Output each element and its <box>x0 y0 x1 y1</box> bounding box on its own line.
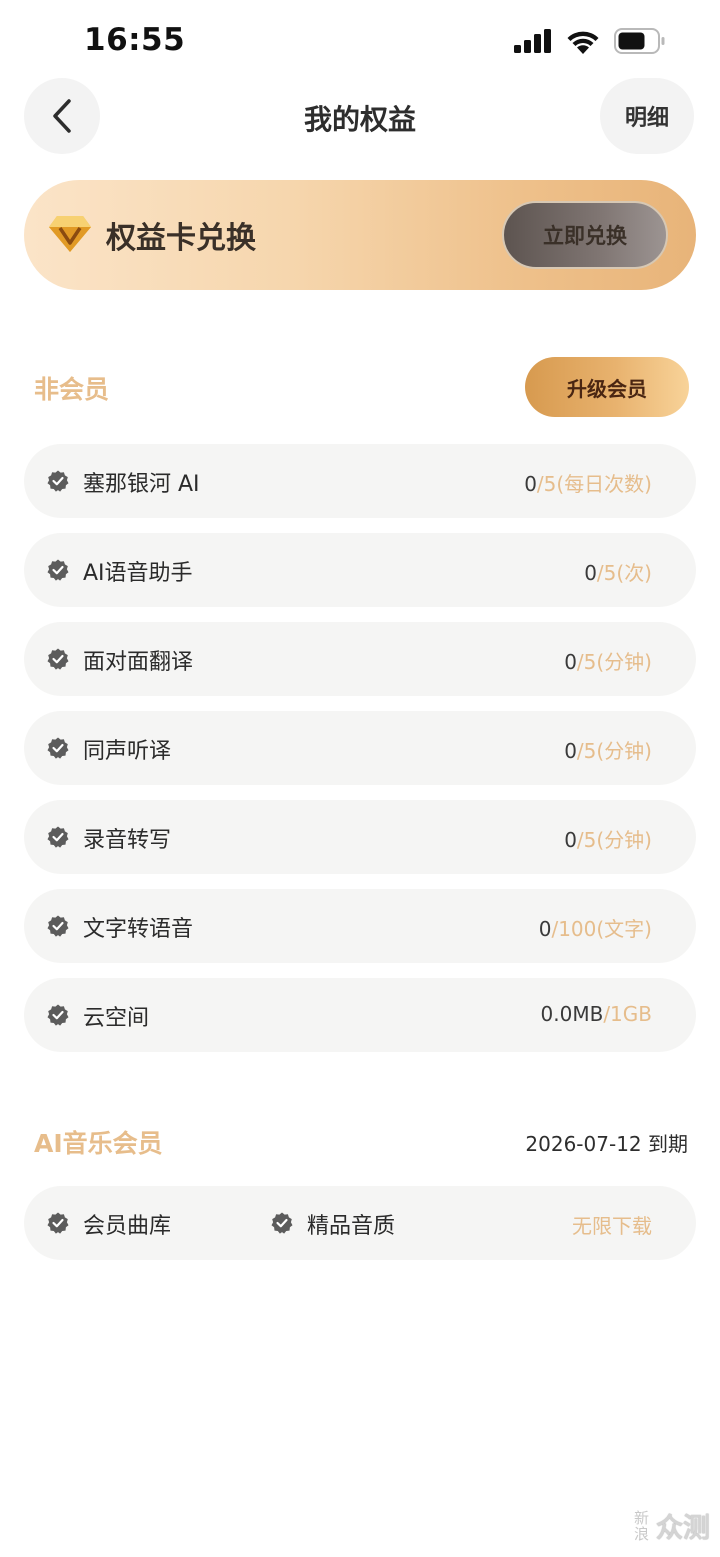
benefit-label: 录音转写 <box>83 828 172 853</box>
watermark: 新浪 众测 <box>634 1506 710 1545</box>
battery-icon <box>614 28 665 54</box>
verified-check-icon <box>271 1212 293 1234</box>
benefit-usage: 0/5(分钟) <box>564 735 652 764</box>
verified-check-icon <box>47 648 69 670</box>
benefit-usage: 0/5(每日次数) <box>524 468 652 497</box>
redeem-title: 权益卡兑换 <box>106 221 256 256</box>
usage-used: 0 <box>538 917 552 941</box>
detail-button[interactable]: 明细 <box>600 78 694 154</box>
usage-used: 0 <box>524 472 537 496</box>
verified-check-icon <box>47 1004 69 1026</box>
benefit-label: 云空间 <box>83 1006 150 1031</box>
usage-quota: /5(每日次数) <box>536 472 652 496</box>
verified-check-icon <box>47 559 69 581</box>
verified-check-icon <box>47 1212 69 1234</box>
verified-check-icon <box>47 915 69 937</box>
benefit-label: 同声听译 <box>83 739 172 764</box>
benefit-row: 塞那银河 AI 0/5(每日次数) <box>24 444 696 518</box>
redeem-banner: 权益卡兑换 立即兑换 <box>24 180 696 290</box>
usage-quota: /5(分钟) <box>576 650 652 674</box>
nav-bar: 我的权益 明细 <box>0 78 720 154</box>
benefit-usage: 0.0MB/1GB <box>541 1002 652 1026</box>
music-section-title: AI音乐会员 <box>34 1129 163 1158</box>
benefit-usage: 0/100(文字) <box>539 913 652 942</box>
usage-quota: /5(分钟) <box>576 828 652 852</box>
status-time: 16:55 <box>84 22 186 58</box>
benefit-usage: 0/5(分钟) <box>564 646 652 675</box>
music-feature-label: 会员曲库 <box>83 1214 172 1239</box>
verified-check-icon <box>47 826 69 848</box>
benefit-label: 塞那银河 AI <box>83 472 200 497</box>
unlimited-download-label: 无限下载 <box>572 1214 652 1238</box>
expire-date: 2026-07-12 到期 <box>525 1132 688 1156</box>
benefit-row: 文字转语音 0/100(文字) <box>24 889 696 963</box>
benefit-row: AI语音助手 0/5(次) <box>24 533 696 607</box>
music-feature-label: 精品音质 <box>307 1214 396 1239</box>
diamond-icon <box>49 216 91 252</box>
usage-used: 0 <box>584 561 597 585</box>
usage-quota: /5(次) <box>596 561 652 585</box>
watermark-big: 众测 <box>656 1513 710 1544</box>
usage-used: 0 <box>564 650 577 674</box>
benefit-label: 文字转语音 <box>83 917 194 942</box>
status-bar: 16:55 <box>0 0 720 80</box>
usage-quota: /1GB <box>603 1002 652 1026</box>
usage-quota: /5(分钟) <box>576 739 652 763</box>
benefit-row: 录音转写 0/5(分钟) <box>24 800 696 874</box>
usage-quota: /100(文字) <box>551 917 652 941</box>
free-section-title: 非会员 <box>34 375 110 404</box>
status-icons <box>514 28 666 54</box>
upgrade-member-button[interactable]: 升级会员 <box>525 357 689 417</box>
watermark-small: 新浪 <box>634 1508 650 1543</box>
benefit-row: 云空间 0.0MB/1GB <box>24 978 696 1052</box>
benefit-row: 同声听译 0/5(分钟) <box>24 711 696 785</box>
usage-used: 0 <box>564 739 577 763</box>
music-benefit-row: 会员曲库 精品音质 无限下载 <box>24 1186 696 1260</box>
benefit-usage: 0/5(次) <box>584 557 652 586</box>
usage-used: 0.0MB <box>540 1002 604 1026</box>
verified-check-icon <box>47 470 69 492</box>
benefit-usage: 0/5(分钟) <box>564 824 652 853</box>
verified-check-icon <box>47 737 69 759</box>
usage-used: 0 <box>564 828 577 852</box>
benefit-label: 面对面翻译 <box>83 650 194 675</box>
cellular-signal-icon <box>514 29 551 53</box>
benefit-label: AI语音助手 <box>83 561 193 586</box>
benefit-row: 面对面翻译 0/5(分钟) <box>24 622 696 696</box>
redeem-now-button[interactable]: 立即兑换 <box>502 201 668 269</box>
wifi-icon <box>567 31 599 54</box>
